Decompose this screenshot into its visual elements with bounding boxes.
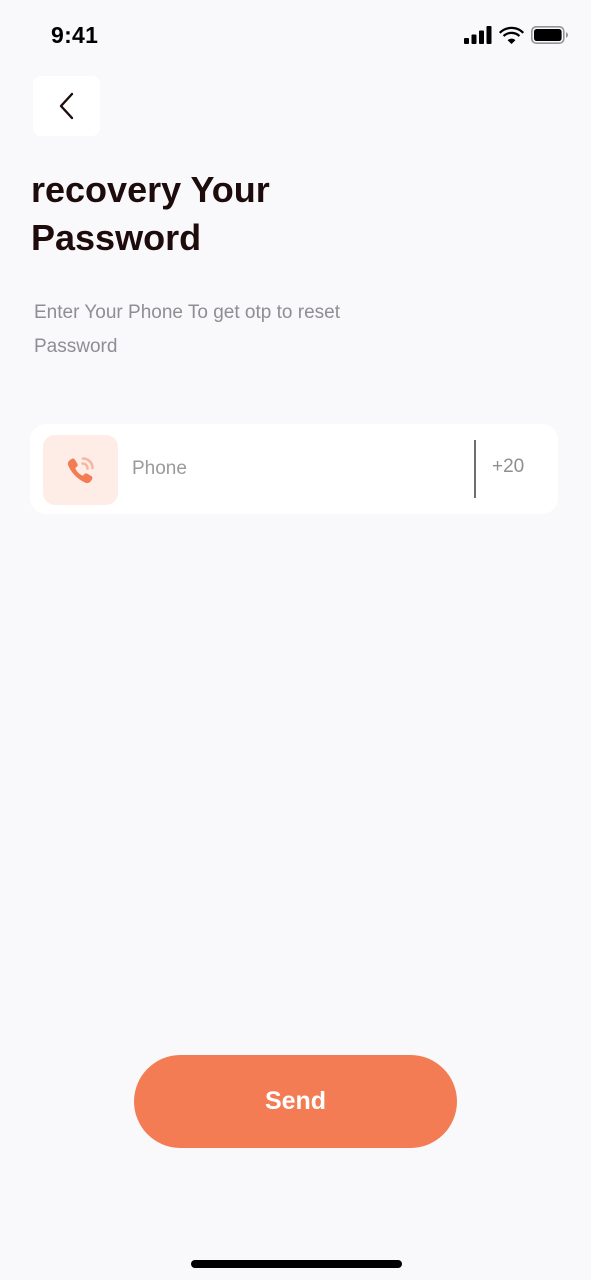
field-divider [474, 440, 476, 498]
battery-icon [531, 26, 568, 44]
phone-icon-container [43, 435, 118, 505]
page-title-line-1: recovery Your [31, 169, 270, 210]
page-title-line-2: Password [31, 217, 202, 258]
phone-input[interactable] [132, 446, 462, 492]
cellular-signal-icon [464, 26, 492, 44]
status-icons [464, 26, 569, 44]
country-code-selector[interactable]: +20 [492, 456, 524, 478]
back-button[interactable] [33, 76, 100, 136]
home-indicator [191, 1260, 402, 1268]
status-bar: 9:41 [0, 0, 591, 72]
phone-field[interactable]: +20 [30, 424, 558, 514]
page-subtitle-line-2: Password [34, 336, 118, 357]
page-title: recovery Your Password [31, 166, 431, 262]
page-subtitle-line-1: Enter Your Phone To get otp to reset [34, 302, 340, 323]
status-time: 9:41 [51, 22, 99, 48]
wifi-icon [499, 26, 524, 44]
page-subtitle: Enter Your Phone To get otp to reset Pas… [34, 296, 434, 364]
phone-icon [67, 457, 94, 484]
send-button[interactable]: Send [134, 1055, 457, 1148]
chevron-left-icon [59, 92, 73, 120]
